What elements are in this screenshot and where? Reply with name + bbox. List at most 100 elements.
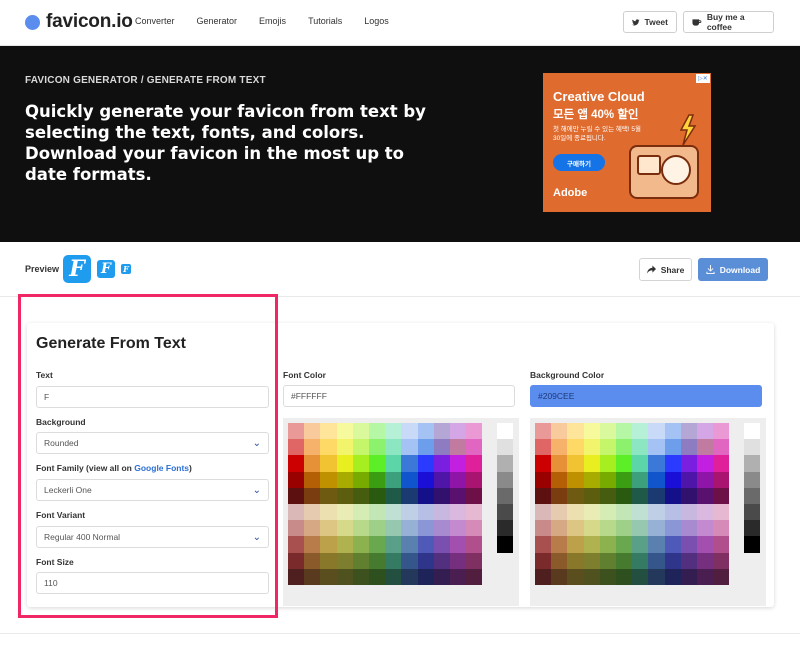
- color-swatch[interactable]: [336, 487, 353, 504]
- color-swatch[interactable]: [713, 552, 730, 569]
- color-swatch[interactable]: [551, 423, 568, 440]
- color-swatch[interactable]: [352, 439, 369, 456]
- color-swatch[interactable]: [583, 552, 600, 569]
- nav-link-logos[interactable]: Logos: [364, 16, 389, 26]
- color-swatch[interactable]: [615, 520, 633, 537]
- color-swatch[interactable]: [320, 536, 337, 553]
- color-swatch[interactable]: [385, 568, 402, 585]
- color-swatch[interactable]: [664, 536, 681, 553]
- color-swatch[interactable]: [320, 503, 337, 521]
- color-swatch[interactable]: [648, 455, 665, 472]
- color-swatch[interactable]: [599, 568, 616, 585]
- color-swatch[interactable]: [567, 520, 584, 537]
- ad-info-icon[interactable]: ▷✕: [696, 74, 710, 83]
- color-swatch[interactable]: [336, 520, 353, 537]
- color-swatch[interactable]: [466, 520, 483, 537]
- color-swatch[interactable]: [648, 568, 665, 585]
- color-swatch[interactable]: [320, 471, 337, 488]
- color-swatch[interactable]: [466, 552, 483, 569]
- color-swatch[interactable]: [632, 439, 649, 456]
- color-swatch[interactable]: [551, 520, 568, 537]
- color-swatch[interactable]: [583, 423, 600, 440]
- font-size-input[interactable]: 110: [36, 572, 269, 594]
- color-swatch[interactable]: [696, 471, 714, 488]
- color-swatch[interactable]: [696, 552, 714, 569]
- color-swatch[interactable]: [599, 536, 616, 553]
- color-swatch[interactable]: [583, 487, 600, 504]
- color-swatch[interactable]: [288, 536, 305, 553]
- color-swatch[interactable]: [615, 552, 633, 569]
- color-swatch[interactable]: [599, 487, 616, 504]
- color-swatch[interactable]: [713, 471, 730, 488]
- color-swatch[interactable]: [417, 536, 434, 553]
- brand-logo[interactable]: favicon.io: [25, 11, 133, 33]
- color-swatch[interactable]: [336, 536, 353, 553]
- color-swatch[interactable]: [433, 552, 450, 569]
- color-swatch[interactable]: [648, 423, 665, 440]
- color-swatch[interactable]: [320, 520, 337, 537]
- color-swatch[interactable]: [466, 503, 483, 521]
- color-swatch[interactable]: [433, 455, 450, 472]
- color-swatch[interactable]: [385, 536, 402, 553]
- color-swatch[interactable]: [535, 520, 552, 537]
- color-swatch[interactable]: [433, 568, 450, 585]
- color-swatch[interactable]: [599, 503, 616, 521]
- color-swatch[interactable]: [615, 487, 633, 504]
- color-swatch[interactable]: [583, 568, 600, 585]
- color-swatch[interactable]: [632, 520, 649, 537]
- color-swatch[interactable]: [664, 471, 681, 488]
- color-swatch[interactable]: [680, 487, 697, 504]
- gray-swatch[interactable]: [744, 439, 760, 456]
- color-swatch[interactable]: [664, 520, 681, 537]
- color-swatch[interactable]: [385, 552, 402, 569]
- color-swatch[interactable]: [632, 536, 649, 553]
- color-swatch[interactable]: [433, 503, 450, 521]
- gray-swatch[interactable]: [744, 520, 760, 537]
- color-swatch[interactable]: [288, 487, 305, 504]
- color-swatch[interactable]: [433, 439, 450, 456]
- color-swatch[interactable]: [535, 423, 552, 440]
- color-swatch[interactable]: [466, 568, 483, 585]
- color-swatch[interactable]: [352, 503, 369, 521]
- color-swatch[interactable]: [466, 487, 483, 504]
- color-swatch[interactable]: [583, 536, 600, 553]
- gray-swatch[interactable]: [497, 423, 513, 440]
- color-swatch[interactable]: [385, 455, 402, 472]
- color-swatch[interactable]: [417, 423, 434, 440]
- nav-link-converter[interactable]: Converter: [135, 16, 175, 26]
- color-swatch[interactable]: [401, 568, 418, 585]
- buy-coffee-button[interactable]: Buy me a coffee: [683, 11, 774, 33]
- color-swatch[interactable]: [401, 536, 418, 553]
- download-button[interactable]: Download: [698, 258, 768, 281]
- color-swatch[interactable]: [417, 503, 434, 521]
- color-swatch[interactable]: [417, 552, 434, 569]
- color-swatch[interactable]: [304, 455, 321, 472]
- color-swatch[interactable]: [352, 520, 369, 537]
- color-swatch[interactable]: [535, 487, 552, 504]
- color-swatch[interactable]: [401, 552, 418, 569]
- color-swatch[interactable]: [368, 423, 386, 440]
- advertisement[interactable]: ▷✕ Creative Cloud 모든 앱 40% 할인 첫 해에만 누릴 수…: [543, 73, 711, 212]
- gray-swatch[interactable]: [497, 455, 513, 472]
- color-swatch[interactable]: [336, 471, 353, 488]
- color-swatch[interactable]: [680, 520, 697, 537]
- color-swatch[interactable]: [615, 423, 633, 440]
- color-swatch[interactable]: [417, 471, 434, 488]
- gray-swatch[interactable]: [497, 503, 513, 521]
- color-swatch[interactable]: [551, 568, 568, 585]
- color-swatch[interactable]: [615, 503, 633, 521]
- color-swatch[interactable]: [449, 536, 467, 553]
- color-swatch[interactable]: [632, 455, 649, 472]
- color-swatch[interactable]: [304, 487, 321, 504]
- color-swatch[interactable]: [567, 487, 584, 504]
- color-swatch[interactable]: [680, 536, 697, 553]
- color-swatch[interactable]: [352, 536, 369, 553]
- color-swatch[interactable]: [696, 455, 714, 472]
- color-swatch[interactable]: [615, 568, 633, 585]
- color-swatch[interactable]: [449, 439, 467, 456]
- color-swatch[interactable]: [401, 455, 418, 472]
- gray-swatch[interactable]: [497, 536, 513, 553]
- color-swatch[interactable]: [288, 439, 305, 456]
- color-swatch[interactable]: [648, 487, 665, 504]
- color-swatch[interactable]: [535, 503, 552, 521]
